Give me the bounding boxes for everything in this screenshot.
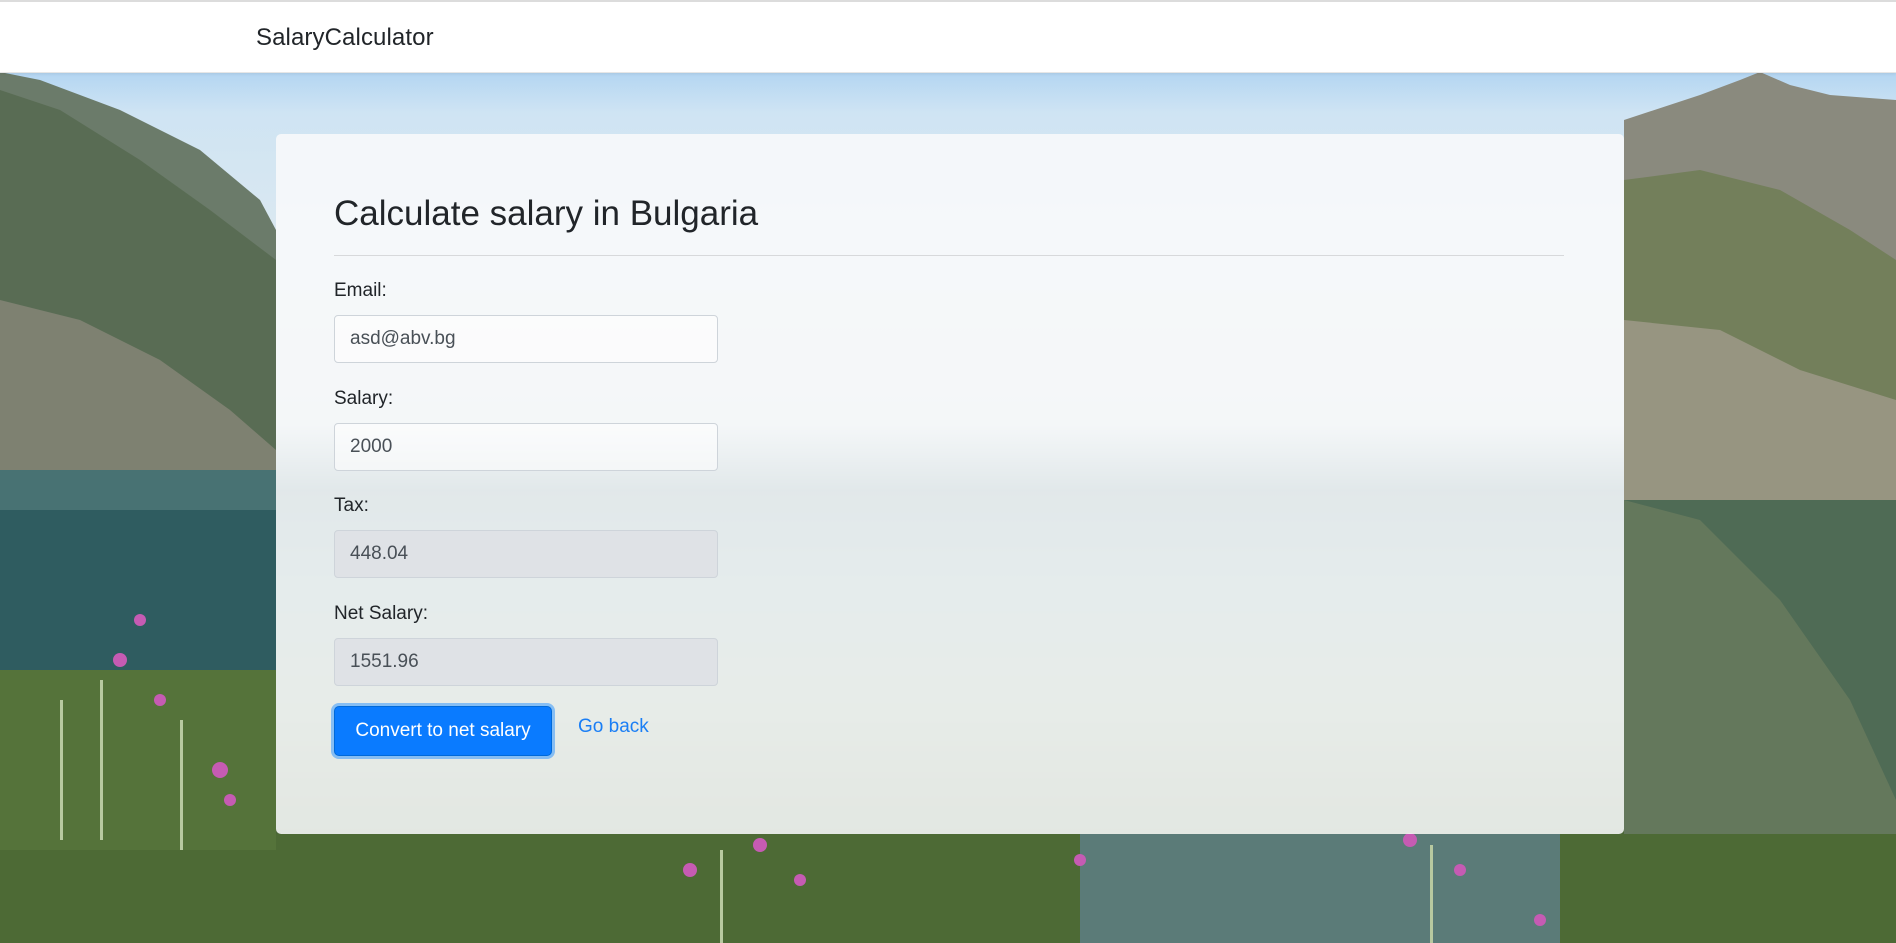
net-salary-field — [334, 638, 718, 686]
salary-label: Salary: — [334, 388, 394, 409]
tax-field — [334, 530, 718, 578]
title-divider — [334, 255, 1564, 256]
convert-to-net-salary-button[interactable]: Convert to net salary — [334, 706, 552, 756]
salary-input[interactable] — [334, 423, 718, 471]
net-salary-label: Net Salary: — [334, 603, 428, 624]
email-label: Email: — [334, 280, 387, 301]
salary-form-card: Calculate salary in Bulgaria Email: Sala… — [276, 134, 1624, 834]
go-back-link[interactable]: Go back — [578, 716, 649, 738]
top-border-line — [0, 0, 1896, 2]
navbar-brand-link[interactable]: SalaryCalculator — [256, 24, 434, 52]
navbar: SalaryCalculator — [0, 2, 1896, 73]
page-title: Calculate salary in Bulgaria — [334, 194, 759, 233]
email-input[interactable] — [334, 315, 718, 363]
tax-label: Tax: — [334, 495, 369, 516]
